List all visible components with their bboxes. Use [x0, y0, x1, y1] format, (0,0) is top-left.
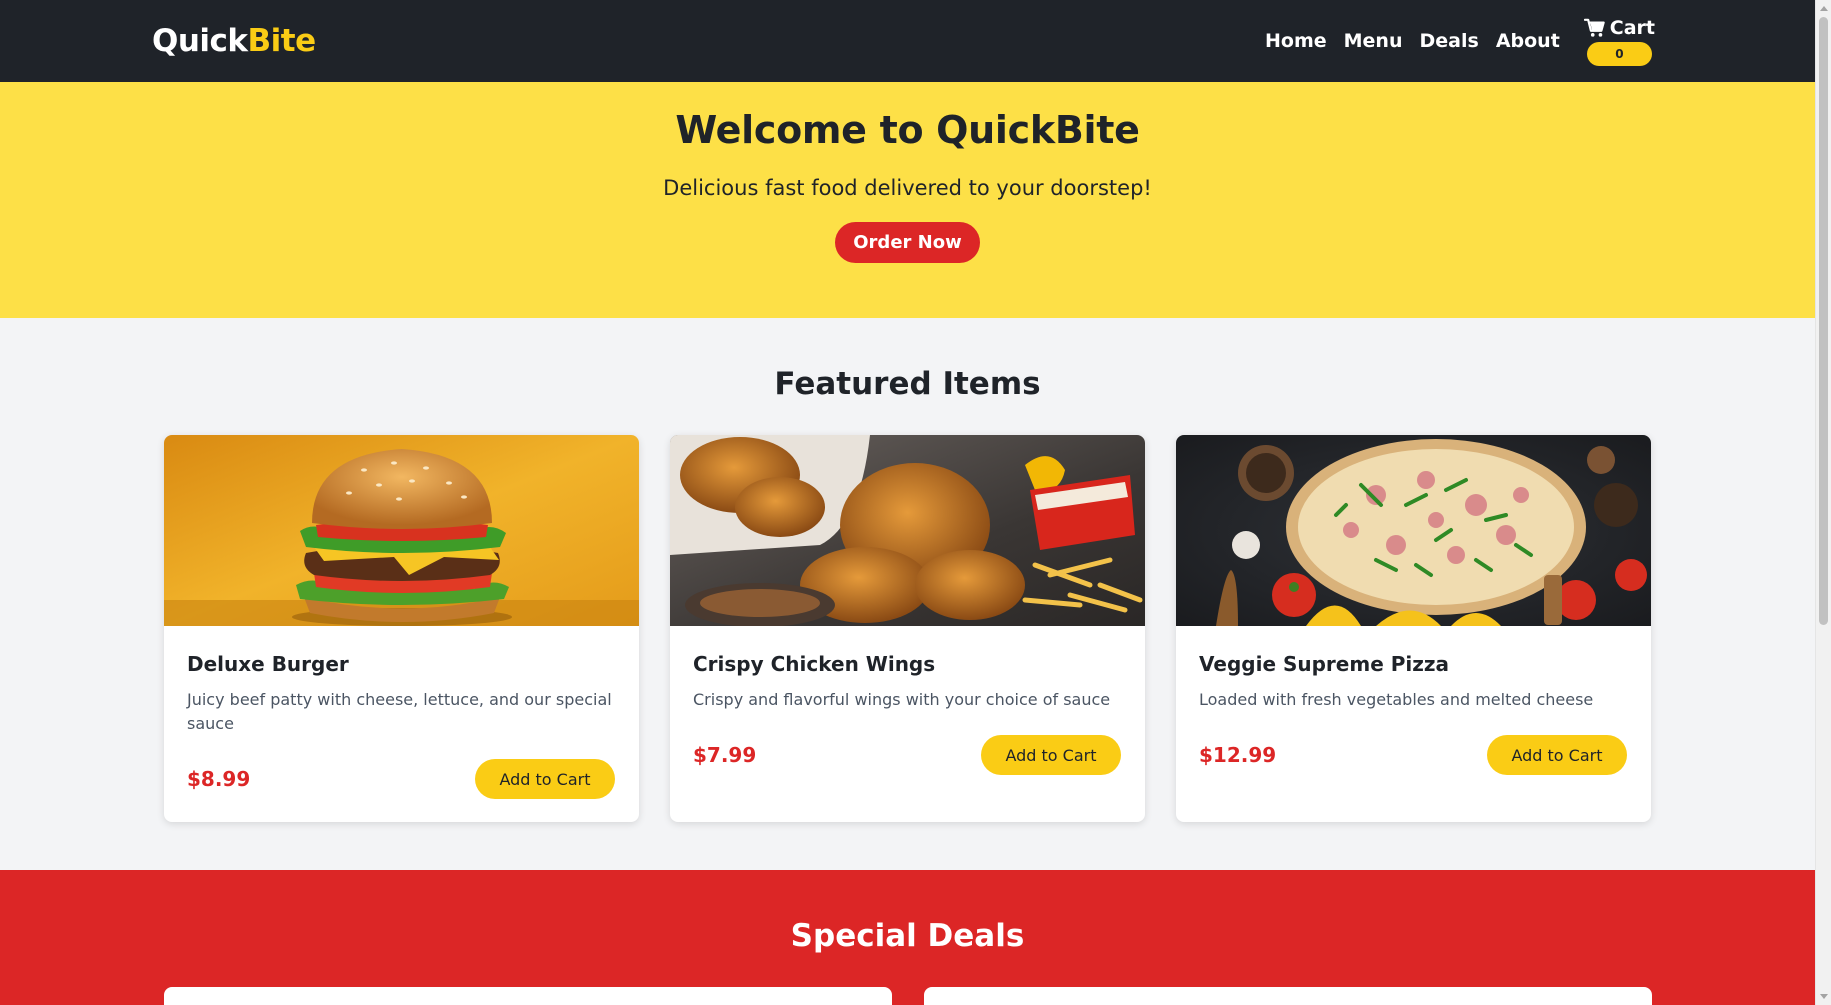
site-logo[interactable]: QuickBite — [152, 23, 316, 59]
product-price: $8.99 — [187, 767, 251, 791]
product-card-veggie-supreme-pizza: Veggie Supreme Pizza Loaded with fresh v… — [1176, 435, 1651, 822]
featured-items-section: Featured Items Deluxe Burger Juicy beef … — [0, 318, 1815, 870]
product-card-footer: $12.99 Add to Cart — [1199, 735, 1627, 775]
top-navbar: QuickBite Home Menu Deals About Cart 0 — [0, 0, 1815, 82]
product-name: Crispy Chicken Wings — [693, 652, 936, 676]
cart-label: Cart — [1609, 16, 1655, 39]
product-description: Loaded with fresh vegetables and melted … — [1199, 690, 1594, 709]
hero-title: Welcome to QuickBite — [675, 108, 1140, 152]
product-description: Juicy beef patty with cheese, lettuce, a… — [187, 690, 612, 733]
cart-count-badge: 0 — [1586, 41, 1652, 66]
main-nav: Home Menu Deals About Cart 0 — [1265, 17, 1655, 66]
product-price: $12.99 — [1199, 743, 1277, 767]
product-description: Crispy and flavorful wings with your cho… — [693, 690, 1111, 709]
product-card-deluxe-burger: Deluxe Burger Juicy beef patty with chee… — [164, 435, 639, 822]
chicken-wings-image — [670, 435, 1145, 626]
scrollbar-thumb[interactable] — [1819, 17, 1828, 625]
product-card-footer: $7.99 Add to Cart — [693, 735, 1121, 775]
add-to-cart-button[interactable]: Add to Cart — [475, 759, 615, 799]
product-card-crispy-chicken-wings: Crispy Chicken Wings Crispy and flavorfu… — [670, 435, 1145, 822]
product-card-footer: $8.99 Add to Cart — [187, 759, 615, 799]
product-name: Deluxe Burger — [187, 652, 349, 676]
featured-heading: Featured Items — [774, 366, 1041, 402]
cart-button[interactable]: Cart 0 — [1583, 16, 1655, 66]
logo-text-bite: Bite — [247, 23, 317, 59]
hero-section: Welcome to QuickBite Delicious fast food… — [0, 82, 1815, 318]
special-deals-section: Special Deals — [0, 870, 1815, 1005]
add-to-cart-button[interactable]: Add to Cart — [1487, 735, 1627, 775]
nav-link-menu[interactable]: Menu — [1344, 30, 1403, 52]
page: QuickBite Home Menu Deals About Cart 0 W… — [0, 0, 1815, 1005]
deal-card[interactable] — [164, 987, 892, 1005]
scroll-down-arrow-icon[interactable] — [1820, 994, 1828, 999]
deal-card[interactable] — [924, 987, 1652, 1005]
nav-link-home[interactable]: Home — [1265, 30, 1327, 52]
shopping-cart-icon — [1583, 18, 1605, 37]
product-price: $7.99 — [693, 743, 757, 767]
product-name: Veggie Supreme Pizza — [1199, 652, 1450, 676]
logo-text-quick: Quick — [152, 23, 248, 59]
scroll-up-arrow-icon[interactable] — [1820, 6, 1828, 11]
nav-link-about[interactable]: About — [1496, 30, 1560, 52]
featured-cards: Deluxe Burger Juicy beef patty with chee… — [164, 435, 1815, 822]
deals-heading: Special Deals — [790, 918, 1025, 954]
vertical-scrollbar[interactable] — [1815, 0, 1831, 1005]
burger-image — [164, 435, 639, 626]
order-now-button[interactable]: Order Now — [835, 222, 980, 263]
nav-link-deals[interactable]: Deals — [1420, 30, 1479, 52]
pizza-image — [1176, 435, 1651, 626]
add-to-cart-button[interactable]: Add to Cart — [981, 735, 1121, 775]
hero-subtitle: Delicious fast food delivered to your do… — [663, 176, 1152, 200]
